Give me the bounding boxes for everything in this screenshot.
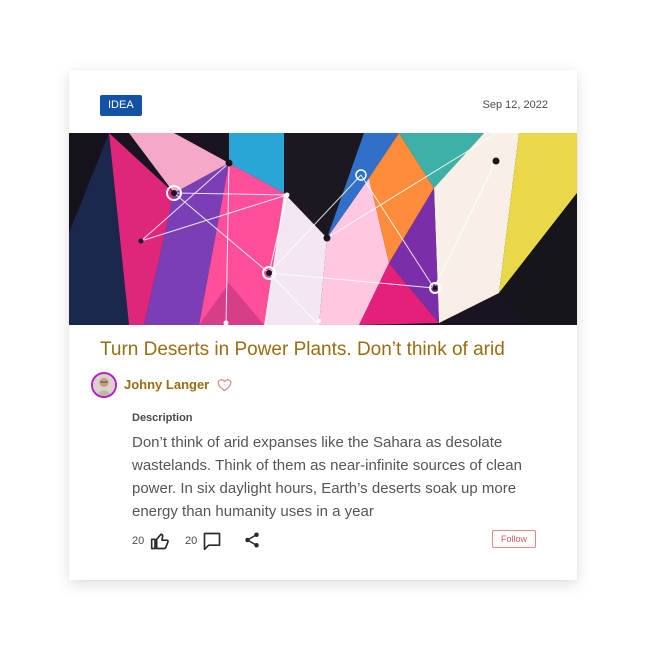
likes-count: 20: [132, 535, 145, 547]
post-date: Sep 12, 2022: [482, 99, 548, 111]
category-tag[interactable]: IDEA: [100, 95, 142, 116]
follow-button[interactable]: Follow: [492, 530, 536, 548]
post-card: IDEA Sep 12, 2022 Turn Deserts in Power …: [69, 70, 577, 580]
thumbs-up-icon[interactable]: [150, 531, 170, 551]
hero-image: [69, 133, 577, 325]
description-label: Description: [132, 412, 193, 424]
author-name[interactable]: Johny Langer: [124, 377, 209, 392]
share-icon[interactable]: [243, 531, 261, 549]
comments-count: 20: [185, 535, 198, 547]
heart-icon[interactable]: [217, 378, 232, 392]
avatar[interactable]: [91, 372, 117, 398]
comment-icon[interactable]: [202, 531, 222, 551]
description-text: Don’t think of arid expanses like the Sa…: [132, 434, 522, 520]
post-title[interactable]: Turn Deserts in Power Plants. Don’t thin…: [100, 339, 505, 361]
avatar-image: [93, 374, 115, 396]
